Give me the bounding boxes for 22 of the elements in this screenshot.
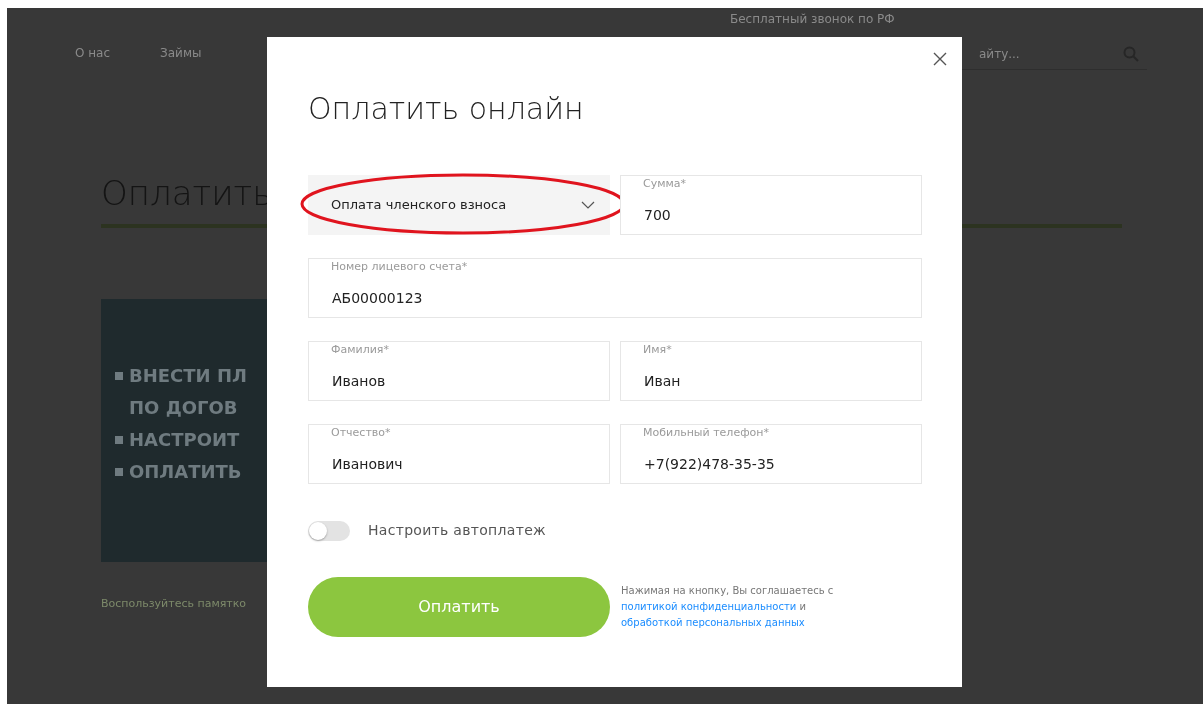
banner-text: ОПЛАТИТЬ (129, 460, 242, 484)
personal-data-link[interactable]: обработкой персональных данных (621, 617, 805, 628)
toggle-label: Настроить автоплатеж (368, 521, 546, 540)
banner-text: НАСТРОИТ (129, 428, 240, 452)
search-field[interactable]: айту... (977, 43, 1097, 64)
field-label: Номер лицевого счета* (331, 260, 468, 274)
consent-text: Нажимая на кнопку, Вы соглашаетесь с политикой конфиденциальности и обработкой персональных данных (621, 584, 835, 630)
banner-text: ВНЕСТИ ПЛ (129, 364, 247, 388)
dialog-title: Оплатить онлайн (308, 91, 585, 127)
field-label: Мобильный телефон* (643, 426, 769, 440)
field-label: Сумма* (643, 177, 687, 191)
privacy-policy-link[interactable]: политикой конфиденциальности (621, 601, 797, 612)
banner-text: ПО ДОГОВ (129, 396, 238, 420)
field-label: Отчество* (331, 426, 391, 440)
page-note: Воспользуйтесь памятко (101, 596, 247, 612)
phone-caption: Бесплатный звонок по РФ (730, 11, 895, 28)
autopay-toggle[interactable] (308, 520, 350, 541)
close-icon[interactable] (933, 52, 947, 66)
dropdown[interactable]: Оплата членского взноса (308, 175, 610, 235)
chevron-icon (581, 201, 595, 209)
field-label: Фамилия* (331, 343, 389, 357)
field-label: Имя* (643, 343, 672, 357)
